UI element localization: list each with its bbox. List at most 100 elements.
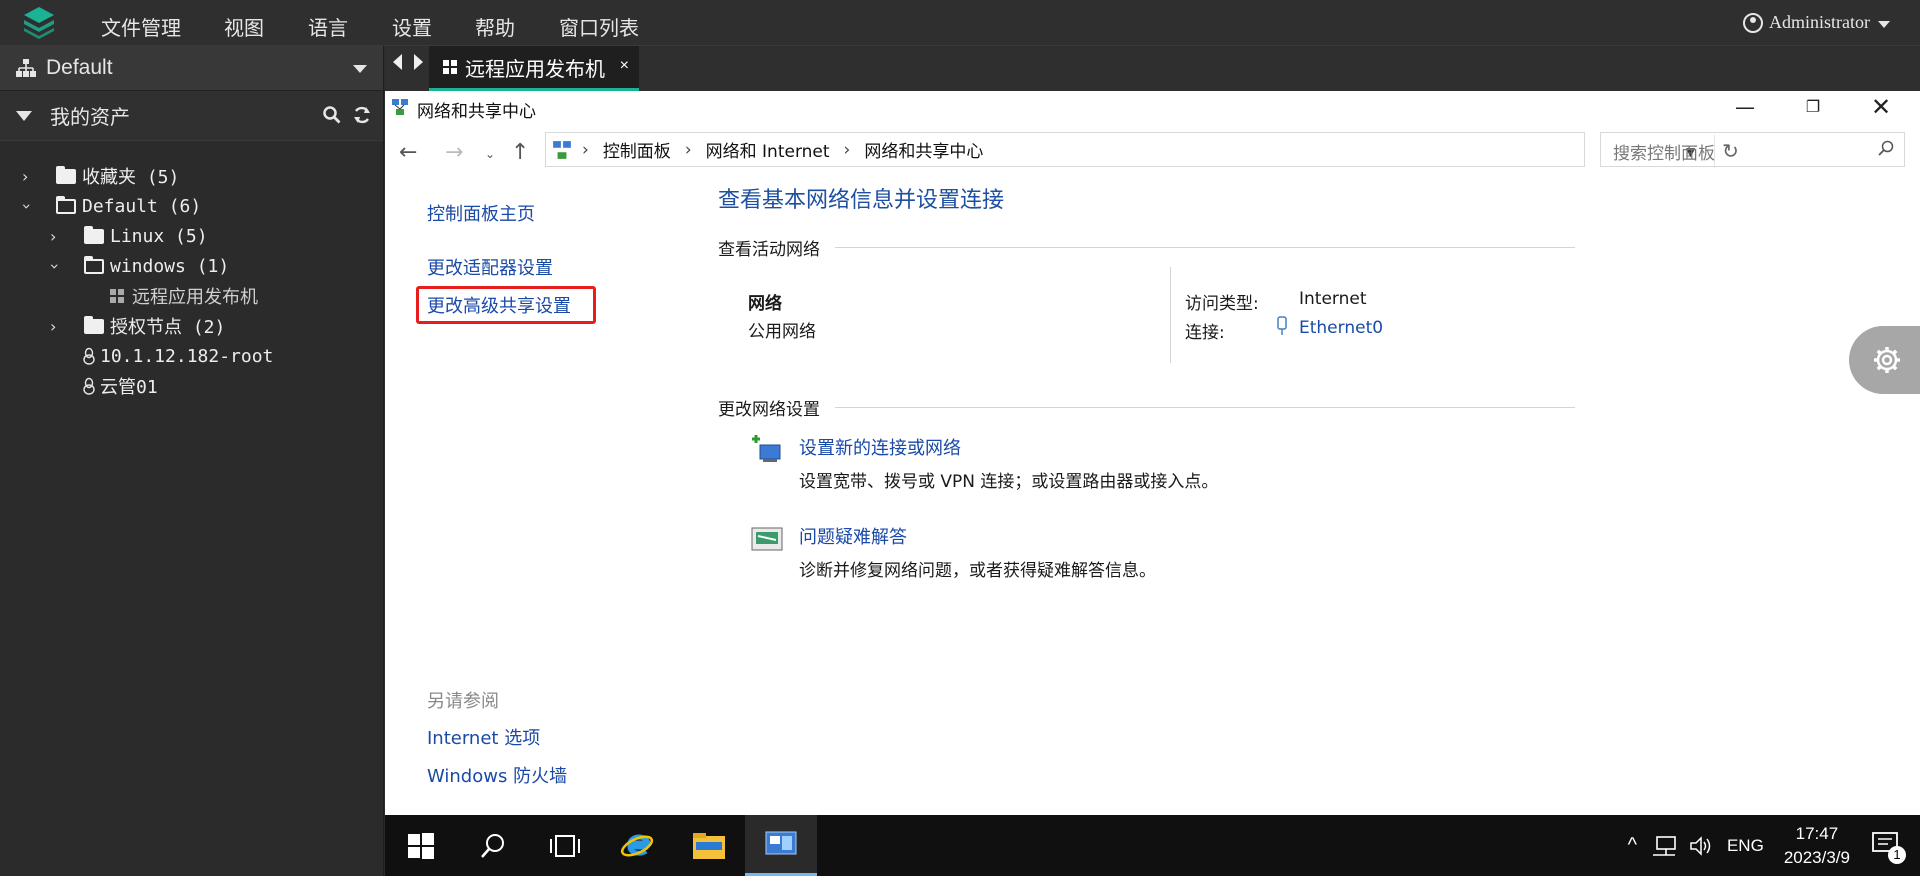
menu-window-list[interactable]: 窗口列表	[559, 12, 639, 41]
tree-node-label: 10.1.12.182-root	[100, 345, 274, 367]
link-change-adapter-settings[interactable]: 更改适配器设置	[427, 254, 553, 280]
breadcrumb-network-internet[interactable]: 网络和 Internet	[706, 137, 830, 162]
task-view-button[interactable]	[529, 815, 601, 876]
tree-node-windows[interactable]: › windows (1)	[0, 251, 383, 281]
connection-label: 连接:	[1185, 323, 1225, 343]
link-control-panel-home[interactable]: 控制面板主页	[427, 200, 535, 226]
breadcrumb-separator: ›	[684, 139, 692, 160]
floating-settings-button[interactable]	[1849, 326, 1920, 394]
tree-node-remote-app[interactable]: 远程应用发布机	[0, 281, 383, 311]
tab-scroll-controls[interactable]	[393, 54, 423, 70]
active-networks-heading: 查看活动网络	[718, 240, 820, 260]
search-placeholder: 搜索控制面板	[1613, 144, 1715, 164]
refresh-icon[interactable]	[353, 106, 371, 124]
search-icon[interactable]	[323, 106, 341, 124]
action-center-button[interactable]: 1	[1870, 826, 1910, 866]
language-indicator[interactable]: ENG	[1727, 836, 1764, 856]
ethernet-link[interactable]: Ethernet0	[1299, 318, 1383, 338]
ethernet-icon	[1277, 316, 1287, 335]
menu-settings[interactable]: 设置	[392, 12, 432, 41]
link-windows-firewall[interactable]: Windows 防火墙	[427, 762, 567, 788]
link-setup-new-connection[interactable]: 设置新的连接或网络	[799, 434, 961, 460]
tree-node-label: 授权节点 (2)	[110, 317, 226, 338]
session-tab-bar: 远程应用发布机 ×	[385, 46, 1920, 91]
clock-date: 2023/3/9	[1783, 847, 1850, 867]
tree-node-cloud01[interactable]: 云管01	[0, 371, 383, 401]
linux-icon	[83, 347, 95, 365]
section-divider	[835, 407, 1575, 408]
taskbar-explorer-button[interactable]	[673, 815, 745, 876]
address-bar[interactable]: › 控制面板 › 网络和 Internet › 网络和共享中心 ▼ ↻	[545, 132, 1739, 168]
windows-taskbar: ^ ENG 17:47 2023/3/9 1	[385, 815, 1920, 876]
highlight-box	[416, 286, 596, 324]
forward-arrow-icon[interactable]: →	[445, 140, 463, 165]
tree-node-label: 云管01	[100, 377, 158, 398]
start-button[interactable]	[385, 815, 457, 876]
volume-icon[interactable]	[1689, 835, 1713, 857]
user-avatar-icon	[1743, 12, 1763, 33]
workspace-selector[interactable]: Default	[0, 46, 383, 91]
breadcrumb-control-panel[interactable]: 控制面板	[603, 137, 671, 162]
clock[interactable]: 17:47 2023/3/9	[1784, 822, 1850, 870]
tree-node-authorized[interactable]: › 授权节点 (2)	[0, 311, 383, 341]
tree-node-label: Linux (5)	[110, 225, 208, 247]
chevron-right-icon[interactable]: ›	[22, 167, 28, 186]
close-icon[interactable]: ×	[620, 57, 629, 75]
tree-node-linux[interactable]: › Linux (5)	[0, 221, 383, 251]
chevron-right-icon[interactable]: ›	[50, 227, 56, 246]
internet-explorer-icon	[620, 834, 654, 857]
asset-sidebar: Default 我的资产 › 收藏夹 (5) › Default (6) › L…	[0, 46, 384, 876]
close-window-button[interactable]: ✕	[1851, 91, 1911, 123]
taskbar-search-button[interactable]	[457, 815, 529, 876]
assets-header[interactable]: 我的资产	[0, 91, 383, 141]
control-panel-icon	[553, 140, 571, 159]
tab-next-icon[interactable]	[414, 54, 423, 70]
workspace-name: Default	[46, 56, 113, 79]
menu-file[interactable]: 文件管理	[101, 12, 181, 41]
page-title: 查看基本网络信息并设置连接	[718, 188, 1005, 213]
tree-node-default[interactable]: › Default (6)	[0, 191, 383, 221]
assets-title: 我的资产	[50, 107, 130, 129]
search-icon[interactable]	[1878, 140, 1894, 156]
tree-node-label: windows (1)	[110, 255, 230, 277]
link-internet-options[interactable]: Internet 选项	[427, 724, 540, 750]
taskbar-ie-button[interactable]	[601, 815, 673, 876]
taskbar-network-center-button[interactable]	[745, 815, 817, 876]
folder-icon	[84, 225, 104, 244]
back-arrow-icon[interactable]: ←	[399, 140, 417, 165]
tree-node-label: Default (6)	[82, 195, 202, 217]
breadcrumb-network-center[interactable]: 网络和共享中心	[864, 137, 983, 162]
chevron-down-icon[interactable]: ›	[18, 203, 37, 209]
user-menu[interactable]: Administrator	[1743, 12, 1890, 33]
menu-language[interactable]: 语言	[308, 12, 348, 41]
network-icon[interactable]	[1651, 835, 1677, 857]
tab-label: 远程应用发布机	[465, 58, 605, 81]
control-panel-icon	[765, 831, 797, 855]
remote-desktop-window: 网络和共享中心 — ❐ ✕ ← → ⌄ ↑ › 控制面板 › 网络和 Inter…	[385, 91, 1920, 815]
menu-help[interactable]: 帮助	[475, 12, 515, 41]
search-input[interactable]: 搜索控制面板	[1600, 132, 1905, 167]
folder-icon	[56, 165, 76, 184]
breadcrumb-separator: ›	[582, 139, 589, 160]
app-logo-icon	[24, 7, 54, 39]
up-arrow-icon[interactable]: ↑	[511, 140, 529, 165]
chevron-right-icon[interactable]: ›	[50, 317, 56, 336]
collapse-caret-icon[interactable]	[16, 110, 32, 121]
vertical-divider	[1170, 267, 1171, 363]
minimize-button[interactable]: —	[1715, 91, 1775, 123]
troubleshoot-icon	[751, 527, 783, 551]
show-hidden-icons-icon[interactable]: ^	[1628, 834, 1637, 857]
tree-node-host-root[interactable]: 10.1.12.182-root	[0, 341, 383, 371]
folder-open-icon	[84, 255, 104, 274]
tab-prev-icon[interactable]	[393, 54, 402, 70]
tab-remote-app[interactable]: 远程应用发布机 ×	[429, 46, 639, 91]
system-tray: ^ ENG 17:47 2023/3/9 1	[1628, 815, 1920, 876]
link-troubleshoot[interactable]: 问题疑难解答	[799, 523, 907, 549]
tree-node-favorites[interactable]: › 收藏夹 (5)	[0, 161, 383, 191]
sitemap-icon	[16, 59, 36, 77]
chevron-down-icon[interactable]: ›	[46, 263, 65, 269]
menu-view[interactable]: 视图	[224, 12, 264, 41]
restore-button[interactable]: ❐	[1783, 91, 1843, 123]
recent-dropdown-icon[interactable]: ⌄	[485, 147, 495, 161]
gear-icon	[1873, 347, 1900, 373]
